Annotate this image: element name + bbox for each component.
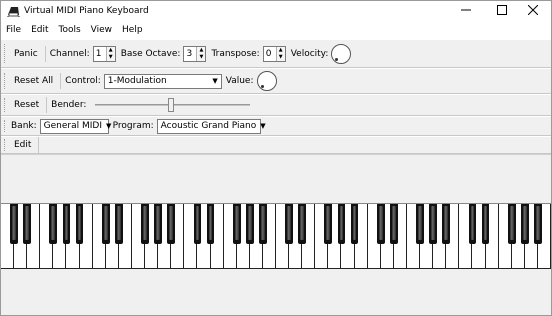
menu-edit[interactable]: Edit: [26, 25, 53, 35]
chevron-down-icon: ▼: [105, 122, 112, 130]
toolbar-separator: [60, 73, 62, 89]
black-key[interactable]: [350, 204, 359, 244]
channel-value[interactable]: 1: [94, 47, 106, 61]
velocity-label: Velocity:: [290, 48, 329, 59]
black-key[interactable]: [429, 204, 438, 244]
base-octave-spinbox[interactable]: 3 ▲ ▼: [183, 45, 207, 62]
black-key[interactable]: [324, 204, 333, 244]
toolbar-grip[interactable]: [4, 44, 7, 63]
base-octave-label: Base Octave:: [120, 48, 181, 59]
black-key[interactable]: [49, 204, 58, 244]
black-key[interactable]: [154, 204, 163, 244]
bender-toolbar: Reset Bender:: [1, 94, 551, 116]
transpose-label: Transpose:: [211, 48, 260, 59]
minimize-icon: [461, 5, 471, 18]
close-button[interactable]: [515, 1, 551, 21]
spin-up-icon[interactable]: ▲: [107, 47, 115, 54]
toolbar-separator: [38, 137, 40, 153]
bender-label: Bender:: [51, 100, 87, 110]
base-octave-value[interactable]: 3: [184, 47, 196, 61]
black-key[interactable]: [114, 204, 123, 244]
controllers-toolbar: Reset All Control: 1-Modulation ▼ Value:: [1, 68, 551, 94]
value-dial[interactable]: [256, 71, 277, 91]
spin-up-icon[interactable]: ▲: [277, 47, 285, 54]
chevron-down-icon: ▼: [260, 122, 266, 130]
spin-down-icon[interactable]: ▼: [277, 54, 285, 61]
piano-area: [1, 154, 551, 315]
panic-button[interactable]: Panic: [11, 49, 41, 59]
control-select[interactable]: 1-Modulation ▼: [103, 73, 222, 89]
black-key[interactable]: [206, 204, 215, 244]
black-key[interactable]: [520, 204, 529, 244]
spin-down-icon[interactable]: ▼: [107, 54, 115, 61]
spin-up-icon[interactable]: ▲: [197, 47, 205, 54]
program-value: Acoustic Grand Piano: [160, 121, 257, 131]
black-key[interactable]: [481, 204, 490, 244]
control-label: Control:: [65, 76, 101, 86]
bank-select[interactable]: General MIDI ▼: [39, 118, 112, 134]
menu-view[interactable]: View: [86, 25, 117, 35]
slider-thumb[interactable]: [168, 98, 175, 112]
black-key[interactable]: [507, 204, 516, 244]
reset-button[interactable]: Reset: [11, 100, 42, 110]
chevron-down-icon: ▼: [212, 77, 218, 85]
black-key[interactable]: [10, 204, 18, 244]
black-key[interactable]: [245, 204, 254, 244]
program-label: Program:: [112, 121, 154, 131]
black-key[interactable]: [232, 204, 241, 244]
bank-label: Bank:: [11, 121, 37, 131]
value-label: Value:: [225, 76, 254, 86]
maximize-icon: [497, 4, 507, 18]
menu-help[interactable]: Help: [117, 25, 148, 35]
close-icon: [527, 4, 539, 18]
velocity-dial[interactable]: [331, 43, 352, 64]
transpose-value[interactable]: 0: [264, 47, 276, 61]
control-value: 1-Modulation: [107, 76, 167, 86]
piano-icon: [6, 4, 20, 18]
reset-all-button[interactable]: Reset All: [11, 76, 56, 86]
black-key[interactable]: [193, 204, 202, 244]
menu-bar: File Edit Tools View Help: [1, 21, 551, 39]
toolbar-grip[interactable]: [4, 98, 7, 112]
notes-toolbar: Panic Channel: 1 ▲ ▼ Base Octave: 3 ▲ ▼ Tr…: [1, 39, 551, 68]
black-key[interactable]: [258, 204, 267, 244]
edit-button[interactable]: Edit: [11, 140, 34, 150]
bank-value: General MIDI: [43, 121, 102, 131]
menu-tools[interactable]: Tools: [54, 25, 86, 35]
black-key[interactable]: [141, 204, 149, 244]
black-key[interactable]: [285, 204, 293, 244]
black-key[interactable]: [533, 204, 542, 244]
black-key[interactable]: [101, 204, 110, 244]
toolbar-separator: [46, 97, 48, 113]
black-key[interactable]: [468, 204, 477, 244]
black-key[interactable]: [75, 204, 84, 244]
bender-slider[interactable]: [95, 97, 251, 113]
programs-toolbar: Bank: General MIDI ▼ Program: Acoustic G…: [1, 116, 551, 136]
spin-down-icon[interactable]: ▼: [197, 54, 205, 61]
black-key[interactable]: [337, 204, 346, 244]
menu-file[interactable]: File: [1, 25, 26, 35]
black-key[interactable]: [62, 204, 71, 244]
title-bar[interactable]: Virtual MIDI Piano Keyboard: [1, 1, 551, 21]
black-key[interactable]: [389, 204, 398, 244]
black-key[interactable]: [416, 204, 424, 244]
window-title: Virtual MIDI Piano Keyboard: [24, 6, 149, 16]
black-key[interactable]: [376, 204, 385, 244]
black-key[interactable]: [167, 204, 176, 244]
app-window: Virtual MIDI Piano Keyboard File Edit To…: [0, 0, 552, 316]
black-key[interactable]: [23, 204, 32, 244]
toolbar-grip[interactable]: [4, 72, 7, 90]
channel-spinbox[interactable]: 1 ▲ ▼: [92, 45, 116, 62]
program-select[interactable]: Acoustic Grand Piano ▼: [156, 118, 266, 134]
channel-label: Channel:: [49, 48, 90, 59]
black-key[interactable]: [298, 204, 307, 244]
extra-controls-toolbar: Edit: [1, 136, 551, 154]
toolbar-separator: [44, 45, 46, 62]
transpose-spinbox[interactable]: 0 ▲ ▼: [262, 45, 286, 62]
toolbar-grip[interactable]: [4, 119, 7, 133]
minimize-button[interactable]: [448, 1, 484, 21]
piano-keyboard[interactable]: [1, 203, 551, 269]
black-key[interactable]: [442, 204, 451, 244]
toolbar-grip[interactable]: [4, 139, 7, 151]
